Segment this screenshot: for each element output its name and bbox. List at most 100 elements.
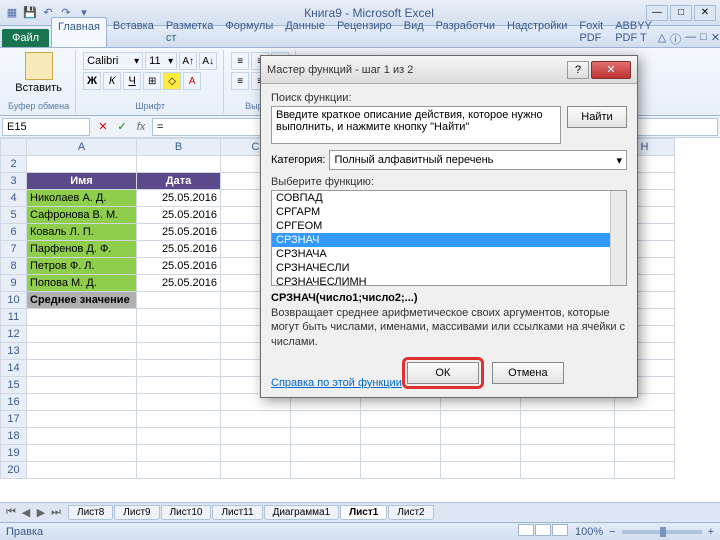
maximize-button[interactable]: □ (670, 5, 692, 21)
cell-A15[interactable] (27, 377, 137, 394)
ribbon-tab-2[interactable]: Разметка ст (160, 17, 220, 47)
cell-A10[interactable]: Среднее значение (27, 292, 137, 309)
cell-A14[interactable] (27, 360, 137, 377)
shrink-font-icon[interactable]: A↓ (199, 52, 217, 70)
cell-B18[interactable] (137, 428, 221, 445)
font-color-button[interactable]: A (183, 72, 201, 90)
row-header-9[interactable]: 9 (1, 275, 27, 292)
grow-font-icon[interactable]: A↑ (179, 52, 197, 70)
cell-A20[interactable] (27, 462, 137, 479)
cell-A2[interactable] (27, 156, 137, 173)
find-button[interactable]: Найти (567, 106, 627, 128)
border-button[interactable]: ⊞ (143, 72, 161, 90)
cell-D18[interactable] (291, 428, 361, 445)
cell-F18[interactable] (441, 428, 521, 445)
zoom-in-button[interactable]: + (708, 526, 714, 538)
fill-color-button[interactable]: ◇ (163, 72, 181, 90)
ribbon-tab-4[interactable]: Данные (279, 17, 331, 47)
enter-formula-icon[interactable]: ✓ (113, 118, 131, 136)
row-header-20[interactable]: 20 (1, 462, 27, 479)
row-header-16[interactable]: 16 (1, 394, 27, 411)
minimize-ribbon-icon[interactable]: △ (658, 31, 666, 47)
cell-G19[interactable] (521, 445, 615, 462)
cell-B15[interactable] (137, 377, 221, 394)
cell-F17[interactable] (441, 411, 521, 428)
row-header-5[interactable]: 5 (1, 207, 27, 224)
row-header-7[interactable]: 7 (1, 241, 27, 258)
cell-B10[interactable] (137, 292, 221, 309)
help-link[interactable]: Справка по этой функции (271, 377, 402, 389)
cell-H20[interactable] (615, 462, 675, 479)
row-header-4[interactable]: 4 (1, 190, 27, 207)
cell-E18[interactable] (361, 428, 441, 445)
view-buttons[interactable] (518, 524, 569, 539)
ribbon-tab-9[interactable]: Foxit PDF (573, 17, 609, 47)
cell-A7[interactable]: Парфенов Д. Ф. (27, 241, 137, 258)
row-header-14[interactable]: 14 (1, 360, 27, 377)
row-header-17[interactable]: 17 (1, 411, 27, 428)
cell-B20[interactable] (137, 462, 221, 479)
name-box[interactable]: E15 (2, 118, 90, 136)
col-header-B[interactable]: B (137, 139, 221, 156)
cell-H18[interactable] (615, 428, 675, 445)
sheet-tab-Диаграмма1[interactable]: Диаграмма1 (264, 505, 340, 520)
cell-H17[interactable] (615, 411, 675, 428)
select-all-corner[interactable] (1, 139, 27, 156)
cell-E20[interactable] (361, 462, 441, 479)
cell-F19[interactable] (441, 445, 521, 462)
search-function-input[interactable]: Введите краткое описание действия, котор… (271, 106, 561, 144)
cell-B11[interactable] (137, 309, 221, 326)
cell-A5[interactable]: Сафронова В. М. (27, 207, 137, 224)
font-size-select[interactable]: 11▾ (145, 52, 177, 70)
cell-A6[interactable]: Коваль Л. П. (27, 224, 137, 241)
row-header-3[interactable]: 3 (1, 173, 27, 190)
cell-B3[interactable]: Дата (137, 173, 221, 190)
cell-C20[interactable] (221, 462, 291, 479)
row-header-19[interactable]: 19 (1, 445, 27, 462)
cell-B5[interactable]: 25.05.2016 (137, 207, 221, 224)
help-icon[interactable]: ⓘ (670, 31, 681, 47)
cell-H19[interactable] (615, 445, 675, 462)
cell-F20[interactable] (441, 462, 521, 479)
category-select[interactable]: Полный алфавитный перечень ▾ (329, 150, 627, 170)
align-top-icon[interactable]: ≡ (231, 52, 249, 70)
ribbon-tab-8[interactable]: Надстройки (501, 17, 573, 47)
cell-A16[interactable] (27, 394, 137, 411)
row-header-12[interactable]: 12 (1, 326, 27, 343)
cell-D20[interactable] (291, 462, 361, 479)
function-item-СРГАРМ[interactable]: СРГАРМ (272, 205, 626, 219)
cell-A19[interactable] (27, 445, 137, 462)
cell-B9[interactable]: 25.05.2016 (137, 275, 221, 292)
inner-close-icon[interactable]: ✕ (711, 31, 720, 47)
align-left-icon[interactable]: ≡ (231, 72, 249, 90)
italic-button[interactable]: К (103, 72, 121, 90)
file-tab[interactable]: Файл (2, 29, 49, 47)
ok-button[interactable]: ОК (407, 362, 479, 384)
zoom-out-button[interactable]: − (609, 526, 615, 538)
cell-B8[interactable]: 25.05.2016 (137, 258, 221, 275)
col-header-A[interactable]: A (27, 139, 137, 156)
fx-icon[interactable]: fx (132, 118, 150, 136)
sheet-tab-Лист1[interactable]: Лист1 (340, 505, 387, 520)
function-item-СРЗНАЧ[interactable]: СРЗНАЧ (272, 233, 626, 247)
row-header-8[interactable]: 8 (1, 258, 27, 275)
sheet-tab-Лист8[interactable]: Лист8 (68, 505, 113, 520)
dialog-titlebar[interactable]: Мастер функций - шаг 1 из 2 ? ✕ (261, 56, 637, 84)
sheet-tab-Лист2[interactable]: Лист2 (388, 505, 433, 520)
cell-E17[interactable] (361, 411, 441, 428)
function-item-СРЗНАЧЕСЛИМН[interactable]: СРЗНАЧЕСЛИМН (272, 275, 626, 286)
cell-B12[interactable] (137, 326, 221, 343)
cancel-button[interactable]: Отмена (492, 362, 564, 384)
sheet-tab-Лист11[interactable]: Лист11 (212, 505, 262, 520)
sheet-tab-Лист9[interactable]: Лист9 (114, 505, 159, 520)
cell-A12[interactable] (27, 326, 137, 343)
cell-C19[interactable] (221, 445, 291, 462)
function-item-СРЗНАЧЕСЛИ[interactable]: СРЗНАЧЕСЛИ (272, 261, 626, 275)
nav-next-icon[interactable]: ▶ (34, 506, 48, 519)
cell-A8[interactable]: Петров Ф. Л. (27, 258, 137, 275)
ribbon-tab-7[interactable]: Разработчи (430, 17, 501, 47)
cell-B4[interactable]: 25.05.2016 (137, 190, 221, 207)
save-icon[interactable]: 💾 (22, 5, 38, 21)
cell-B17[interactable] (137, 411, 221, 428)
ribbon-tab-3[interactable]: Формулы (219, 17, 279, 47)
